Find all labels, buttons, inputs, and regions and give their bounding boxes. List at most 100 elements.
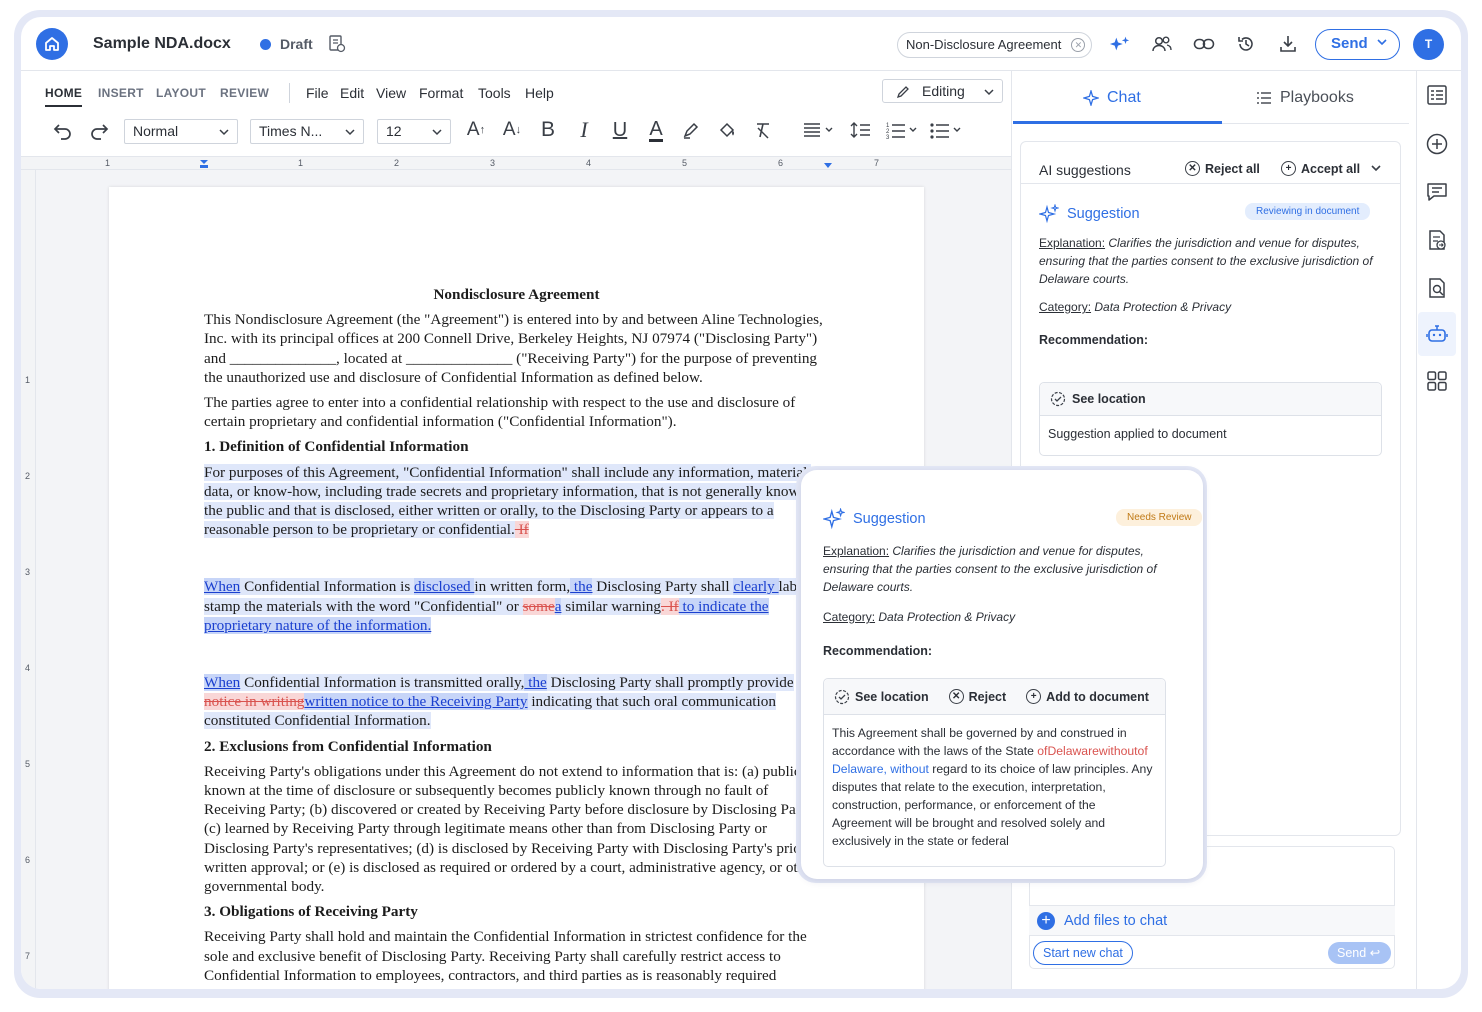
menu-help[interactable]: Help [525,85,554,101]
menu-format[interactable]: Format [419,85,463,101]
deleted-text: . If [660,597,679,615]
menu-view[interactable]: View [376,85,406,101]
bulleted-list-icon[interactable] [927,118,967,142]
sparkle-icon [1039,204,1059,224]
tab-insert[interactable]: INSERT [98,86,144,100]
tab-chat[interactable]: Chat [1083,89,1141,107]
definition-paragraph: For purposes of this Agreement, "Confide… [204,463,829,540]
add-to-document-label: Add to document [1046,689,1149,704]
add-to-document-button[interactable]: + Add to document [1026,689,1149,704]
sparkle-icon [1083,90,1099,106]
align-icon[interactable] [799,118,839,142]
font-size-select[interactable]: 12 [377,119,451,144]
menu-edit[interactable]: Edit [340,85,364,101]
see-location-button[interactable]: See location [1040,383,1381,416]
definition-text: For purposes of this Agreement, "Confide… [204,463,823,539]
paragraph-text: Disclosing Party shall [592,578,734,596]
indent-marker[interactable] [199,159,209,169]
add-icon[interactable] [1422,129,1452,159]
avatar[interactable]: T [1413,29,1444,60]
document-search-icon[interactable] [1422,273,1452,303]
suggestion-popover: Suggestion Needs Review Explanation: Cla… [801,470,1203,879]
line-spacing-icon[interactable] [848,118,874,142]
tab-review[interactable]: REVIEW [220,86,269,100]
tab-playbooks-label: Playbooks [1280,89,1354,106]
send-button[interactable]: Send [1315,29,1400,60]
right-indent-marker[interactable] [823,162,833,170]
italic-icon[interactable]: I [571,117,597,142]
ai-sparkle-icon[interactable] [1109,33,1131,55]
ruler-mark: 4 [25,663,31,673]
popover-title: Suggestion [823,508,926,530]
paragraph-style-select[interactable]: Normal [124,119,238,144]
recommendation-box: See location Suggestion applied to docum… [1039,382,1382,456]
chevron-down-icon[interactable] [1371,164,1381,172]
bold-icon[interactable]: B [535,118,561,142]
section-heading: 3. Obligations of Receiving Party [204,903,418,921]
editing-mode-dropdown[interactable]: Editing [882,79,1003,103]
reject-all-button[interactable]: ✕ Reject all [1185,161,1260,176]
menu-file[interactable]: File [306,85,329,101]
inserted-text: When [204,578,241,596]
menu-tools[interactable]: Tools [478,85,511,101]
numbered-list-icon[interactable]: 123 [883,118,923,142]
target-icon [1050,391,1066,407]
popover-recommendation-box: See location ✕ Reject + Add to document Th… [823,678,1166,867]
applied-message: Suggestion applied to document [1048,427,1227,441]
document-body[interactable]: Nondisclosure Agreement This Nondisclosu… [204,285,829,989]
ruler-mark: 1 [105,158,111,168]
category-text: Category: Data Protection & Privacy [1039,298,1231,316]
dashboard-icon[interactable] [1422,80,1452,110]
font-color-icon[interactable]: A [643,118,669,142]
redo-icon[interactable] [86,118,112,142]
close-icon: ✕ [948,689,964,704]
ruler-mark: 4 [586,158,592,168]
increase-font-icon[interactable]: A ↑ [463,118,489,142]
ai-assistant-icon[interactable] [1418,312,1456,356]
tab-playbooks[interactable]: Playbooks [1256,89,1354,107]
history-icon[interactable] [1235,33,1257,55]
chevron-down-icon [984,89,994,96]
document-title[interactable]: Sample NDA.docx [93,35,231,53]
font-family-select[interactable]: Times N... [250,119,364,144]
tab-home[interactable]: HOME [45,86,83,107]
reject-button[interactable]: ✕ Reject [948,689,1006,704]
decrease-font-icon[interactable]: A ↓ [499,118,525,142]
chat-send-button[interactable]: Send ↩ [1328,942,1391,964]
accept-all-button[interactable]: + Accept all [1281,161,1360,176]
target-icon [834,689,850,704]
underline-icon[interactable]: U [607,118,633,142]
link-icon[interactable] [1193,33,1215,55]
popover-title-label: Suggestion [853,511,926,527]
deleted-text: notice in writing [204,693,305,711]
document-heading: Nondisclosure Agreement [433,286,600,303]
fill-color-icon[interactable] [714,118,740,142]
undo-icon[interactable] [50,118,76,142]
download-icon[interactable] [1277,33,1299,55]
clear-icon[interactable]: ✕ [1071,38,1086,52]
ruler-mark: 6 [778,158,784,168]
inserted-text: Delaware, without [832,762,929,776]
see-location-button[interactable]: See location [834,689,929,705]
exclusions-paragraph: Receiving Party's obligations under this… [204,762,818,896]
apps-icon[interactable] [1422,366,1452,396]
document-settings-icon[interactable] [327,34,347,59]
start-new-chat-button[interactable]: Start new chat [1033,941,1133,965]
tab-layout[interactable]: LAYOUT [156,86,206,100]
paragraph: The parties agree to enter into a confid… [204,394,796,431]
inserted-text: the [570,578,593,596]
document-type-chip[interactable]: Non-Disclosure Agreement ✕ [897,32,1093,58]
suggestion-title: Suggestion [1039,204,1140,224]
collaborators-icon[interactable] [1151,33,1173,55]
font-size-value: 12 [386,123,402,139]
pencil-icon [896,86,909,99]
highlighter-icon[interactable] [678,118,704,142]
deleted-text: some [522,597,555,615]
add-files-button[interactable]: + Add files to chat [1029,905,1395,936]
home-icon[interactable] [36,28,68,60]
document-compare-icon[interactable] [1422,225,1452,255]
comment-icon[interactable] [1422,177,1452,207]
clear-formatting-icon[interactable] [750,118,776,142]
